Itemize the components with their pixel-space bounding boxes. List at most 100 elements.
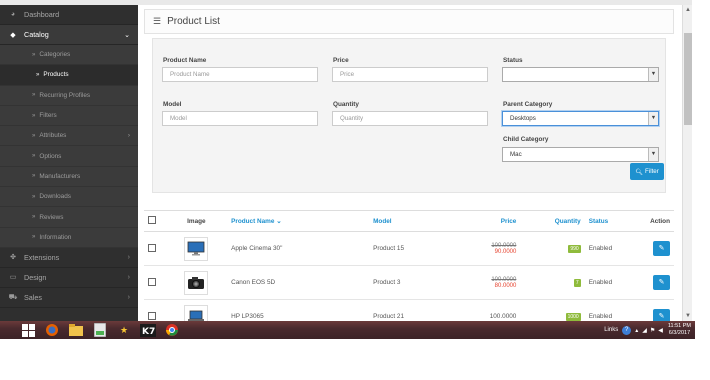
row-price-new: 80.0000 [494, 282, 517, 289]
sidebar-subitem-reviews[interactable]: » Reviews [0, 207, 138, 228]
row-price: 100.0000 80.0000 [454, 265, 521, 300]
sidebar-item-dashboard[interactable]: ◕ Dashboard [0, 5, 138, 25]
row-quantity: 7 [520, 265, 585, 300]
row-checkbox[interactable] [148, 277, 156, 286]
laptop-thumbnail[interactable] [184, 304, 209, 321]
flag-icon[interactable]: ⚑ [650, 327, 655, 334]
price-input[interactable]: Price [332, 67, 488, 82]
quantity-header[interactable]: Quantity [520, 210, 585, 232]
parent-category-select[interactable]: Desktops ▼ [502, 111, 659, 126]
monitor-thumbnail[interactable] [184, 236, 209, 261]
firefox-icon[interactable] [42, 323, 62, 338]
tray-links[interactable]: Links [604, 327, 618, 333]
monitor-icon: ▭ [9, 274, 17, 282]
product-name-input[interactable]: Product Name [162, 67, 318, 82]
main-content: ☰ Product List Product Name Product Name… [138, 5, 682, 321]
double-chevron-icon: » [32, 51, 36, 58]
row-select-cell [144, 265, 166, 300]
parent-category-label: Parent Category [503, 101, 553, 108]
sidebar-subitem-manufacturers[interactable]: » Manufacturers [0, 166, 138, 188]
camera-thumbnail[interactable] [184, 270, 209, 295]
sidebar-item-label: Design [24, 272, 47, 282]
select-all-checkbox[interactable] [148, 216, 156, 224]
sidebar-subitem-filters[interactable]: » Filters [0, 105, 138, 127]
svg-text:K7: K7 [142, 327, 155, 337]
puzzle-icon: ✤ [10, 254, 16, 262]
model-input[interactable]: Model [162, 111, 318, 126]
row-quantity: 990 [520, 231, 585, 266]
image-header: Image [165, 210, 228, 232]
sidebar-item-label: Extensions [24, 252, 60, 262]
quantity-badge: 1000 [565, 312, 581, 321]
windows-taskbar: ★ K7 Links ? ▴ ◢ ⚑ ◀ 11:51 PM 6/3/2017 [0, 321, 695, 339]
select-all-cell [144, 210, 166, 232]
status-header[interactable]: Status [584, 210, 647, 232]
double-chevron-icon: » [32, 92, 36, 99]
edit-pencil-icon[interactable]: ✎ [653, 309, 670, 321]
sidebar-subitem-label: Options [39, 152, 62, 160]
double-chevron-icon: » [32, 234, 36, 241]
quantity-input[interactable]: Quantity [332, 111, 488, 126]
chrome-icon[interactable] [162, 323, 182, 338]
list-icon: ☰ [153, 16, 162, 26]
windows-start-icon[interactable] [18, 323, 38, 338]
child-category-select[interactable]: Mac ▼ [502, 147, 659, 162]
sidebar-subitem-options[interactable]: » Options [0, 146, 138, 167]
double-chevron-icon: » [36, 71, 40, 78]
product-name-header-label: Product Name [231, 218, 275, 225]
network-signal-icon[interactable]: ◢ [642, 327, 647, 334]
dashboard-icon: ◕ [10, 11, 16, 18]
sidebar-subitem-products[interactable]: » Products [0, 65, 138, 86]
child-category-value: Mac [510, 151, 522, 158]
filter-button[interactable]: 🔍︎ Filter [630, 163, 664, 180]
star-app-icon[interactable]: ★ [114, 323, 134, 338]
k7-antivirus-icon[interactable]: K7 [138, 323, 158, 338]
sidebar-item-design[interactable]: ▭ Design › [0, 268, 138, 288]
chevron-down-icon: ▼ [648, 68, 658, 81]
sidebar-item-label: Catalog [24, 30, 49, 39]
row-checkbox[interactable] [148, 311, 156, 320]
price-header[interactable]: Price [454, 210, 521, 232]
sidebar-item-sales[interactable]: ⛟ Sales › [0, 288, 138, 308]
sidebar-subitem-label: Recurring Profiles [39, 91, 91, 99]
scrollbar-thumb[interactable] [684, 33, 692, 125]
quantity-badge: 7 [573, 278, 581, 287]
empty-area [0, 339, 710, 380]
row-checkbox[interactable] [148, 243, 156, 252]
product-name-header[interactable]: Product Name ⌄ [227, 210, 370, 232]
action-header: Action [646, 210, 674, 232]
system-clock[interactable]: 11:51 PM 6/3/2017 [668, 323, 691, 337]
row-image-cell [165, 231, 228, 266]
filter-panel: Product Name Product Name Price Price St… [152, 38, 666, 193]
tray-arrow-icon[interactable]: ▴ [635, 327, 638, 334]
chevron-right-icon: › [127, 293, 130, 301]
table-row: Apple Cinema 30" Product 15 100.0000 90.0… [144, 231, 674, 266]
model-header[interactable]: Model [369, 210, 455, 232]
sidebar-subitem-information[interactable]: » Information [0, 227, 138, 248]
help-icon[interactable]: ? [622, 325, 632, 335]
edit-pencil-icon[interactable]: ✎ [653, 275, 670, 290]
sidebar-subitem-categories[interactable]: » Categories [0, 45, 138, 66]
quantity-label: Quantity [333, 101, 359, 108]
table-row: HP LP3065 Product 21 100.0000 1000 Enabl… [144, 299, 674, 321]
file-explorer-icon[interactable] [66, 323, 86, 338]
sidebar-item-catalog[interactable]: ◆ Catalog ⌄ [0, 25, 138, 45]
row-action: ✎ [646, 231, 674, 266]
row-model: Product 21 [369, 299, 455, 321]
row-price: 100.0000 [454, 299, 521, 321]
chevron-down-icon: ▼ [648, 112, 658, 125]
sidebar-subitem-label: Products [43, 71, 69, 79]
row-model: Product 3 [369, 265, 455, 300]
sidebar-subitem-downloads[interactable]: » Downloads [0, 187, 138, 208]
sidebar-item-extensions[interactable]: ✤ Extensions › [0, 248, 138, 268]
row-action: ✎ [646, 299, 674, 321]
status-select[interactable]: ▼ [502, 67, 659, 82]
document-icon[interactable] [90, 323, 110, 338]
sidebar-subitem-label: Attributes [39, 132, 67, 140]
volume-icon[interactable]: ◀ [658, 327, 663, 334]
sidebar-subitem-recurring-profiles[interactable]: » Recurring Profiles [0, 85, 138, 106]
sidebar-subitem-attributes[interactable]: » Attributes › [0, 126, 138, 147]
edit-pencil-icon[interactable]: ✎ [653, 241, 670, 256]
window-edge [692, 0, 710, 321]
row-price-new: 90.0000 [494, 248, 517, 255]
